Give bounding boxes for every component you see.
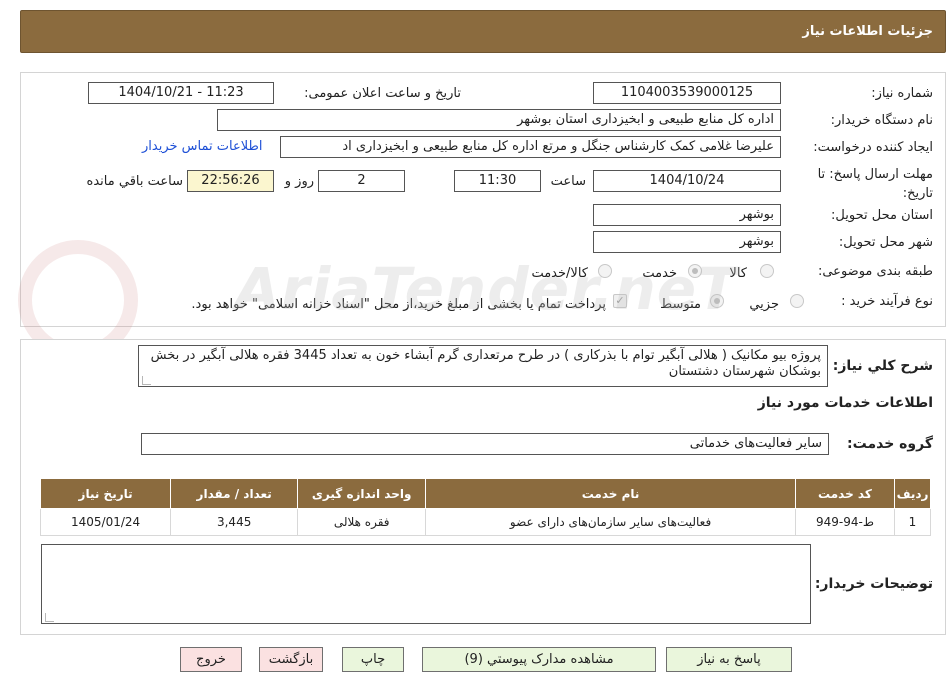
back-button[interactable]: بازگشت <box>259 647 323 672</box>
days-field: 2 <box>318 170 405 192</box>
col-header-service-code: کد خدمت <box>794 478 896 509</box>
payment-checkbox[interactable]: ✓ <box>613 294 627 308</box>
creator-field: علیرضا غلامی کمک کارشناس جنگل و مرتع ادا… <box>280 136 781 158</box>
category-radio-goods-service[interactable] <box>598 264 612 278</box>
deadline-date-field: 1404/10/24 <box>593 170 781 192</box>
service-group-field: سایر فعالیت‌های خدماتی <box>141 433 829 455</box>
category-radio-service[interactable] <box>688 264 702 278</box>
buyer-notes-textarea[interactable] <box>41 544 811 624</box>
category-option-service: خدمت <box>642 266 677 281</box>
category-option-goods-service: کالا/خدمت <box>531 266 588 281</box>
need-number-label: شماره نیاز: <box>871 86 933 101</box>
announce-field: 1404/10/21 - 11:23 <box>88 82 274 104</box>
process-label: نوع فرآیند خرید : <box>841 294 933 309</box>
service-group-label: گروه خدمت: <box>847 436 933 452</box>
cell-quantity: 3,445 <box>170 508 299 536</box>
reply-button[interactable]: پاسخ به نیاز <box>666 647 792 672</box>
buyer-org-field: اداره کل منابع طبیعی و ابخیزداری استان ب… <box>217 109 781 131</box>
col-header-unit: واحد اندازه گیری <box>297 478 427 509</box>
print-button[interactable]: چاپ <box>342 647 404 672</box>
exit-button[interactable]: خروج <box>180 647 242 672</box>
deadline-time-label: ساعت <box>550 174 586 189</box>
summary-text: پروژه بیو مکانیک ( هلالی آبگیر توام با ب… <box>150 348 821 379</box>
services-title: اطلاعات خدمات مورد نیاز <box>757 395 933 411</box>
buyer-org-label: نام دستگاه خریدار: <box>830 113 933 128</box>
attachments-button[interactable]: مشاهده مدارک پیوستي (9) <box>422 647 656 672</box>
table-header-row: ردیف کد خدمت نام خدمت واحد اندازه گیری ت… <box>39 478 931 509</box>
category-radio-goods[interactable] <box>760 264 774 278</box>
creator-label: ایجاد کننده درخواست: <box>813 140 933 155</box>
process-option-medium: متوسط <box>660 297 701 312</box>
col-header-need-date: تاریخ نیاز <box>39 478 172 509</box>
need-number-field: 1104003539000125 <box>593 82 781 104</box>
buyer-notes-label: توضیحات خریدار: <box>814 576 933 592</box>
resize-grip-icon[interactable] <box>45 613 54 622</box>
services-table: ردیف کد خدمت نام خدمت واحد اندازه گیری ت… <box>39 478 931 536</box>
cell-need-date: 1405/01/24 <box>39 508 172 536</box>
announce-label: تاریخ و ساعت اعلان عمومی: <box>304 86 461 101</box>
remaining-time-field: 22:56:26 <box>187 170 274 192</box>
province-field: بوشهر <box>593 204 781 226</box>
cell-service-name: فعالیت‌های سایر سازمان‌های دارای عضو <box>425 508 796 536</box>
city-label: شهر محل تحویل: <box>838 235 933 250</box>
summary-textarea[interactable]: پروژه بیو مکانیک ( هلالی آبگیر توام با ب… <box>138 345 828 387</box>
cell-service-code: ط-94-949 <box>794 508 896 536</box>
deadline-time-field: 11:30 <box>454 170 541 192</box>
summary-label: شرح کلي نياز: <box>832 358 933 374</box>
process-option-minor: جزيي <box>749 297 779 312</box>
cell-row-number: 1 <box>894 508 931 536</box>
col-header-service-name: نام خدمت <box>425 478 796 509</box>
col-header-quantity: تعداد / مقدار <box>170 478 299 509</box>
province-label: استان محل تحویل: <box>831 208 933 223</box>
days-label: روز و <box>284 174 314 189</box>
col-header-row-number: ردیف <box>894 478 931 509</box>
page-title: جزئیات اطلاعات نیاز <box>802 24 933 39</box>
payment-note: پرداخت تمام یا بخشی از مبلغ خرید،از محل … <box>191 297 606 312</box>
city-field: بوشهر <box>593 231 781 253</box>
cell-unit: فقره هلالی <box>297 508 427 536</box>
category-option-goods: کالا <box>729 266 747 281</box>
buyer-contact-link[interactable]: اطلاعات تماس خریدار <box>142 139 262 154</box>
deadline-label: مهلت ارسال پاسخ: تا تاریخ: <box>817 167 933 201</box>
resize-grip-icon[interactable] <box>142 376 151 385</box>
table-row: 1 ط-94-949 فعالیت‌های سایر سازمان‌های دا… <box>39 508 931 536</box>
category-label: طبقه بندی موضوعی: <box>817 264 933 279</box>
process-radio-medium[interactable] <box>710 294 724 308</box>
process-radio-minor[interactable] <box>790 294 804 308</box>
page-header: جزئیات اطلاعات نیاز <box>20 10 946 53</box>
remaining-label: ساعت باقي مانده <box>86 174 183 189</box>
